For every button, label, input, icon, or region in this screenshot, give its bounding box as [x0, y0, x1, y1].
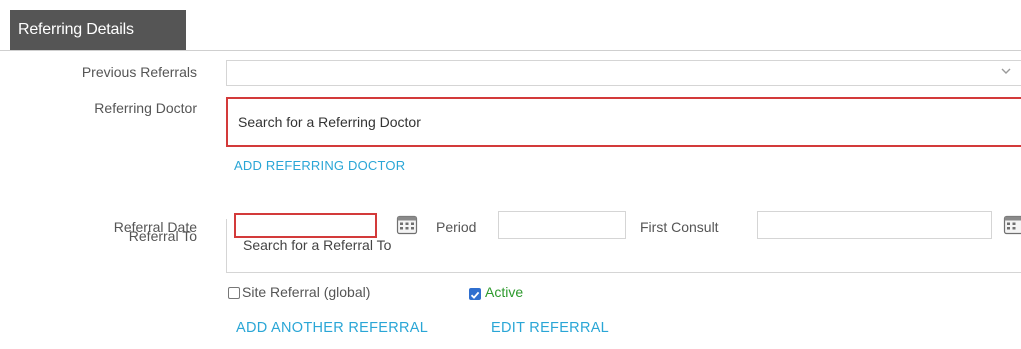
first-consult-input[interactable]	[757, 211, 992, 239]
tab-strip: Referring Details	[0, 0, 1021, 51]
calendar-icon[interactable]	[1003, 213, 1021, 235]
first-consult-label: First Consult	[640, 219, 719, 235]
calendar-icon[interactable]	[396, 213, 418, 235]
add-referring-doctor-link[interactable]: ADD REFERRING DOCTOR	[234, 158, 405, 173]
period-input[interactable]	[498, 211, 626, 239]
referral-date-input[interactable]	[234, 213, 377, 238]
referring-doctor-search-input[interactable]: Search for a Referring Doctor	[226, 97, 1021, 147]
previous-referrals-select[interactable]	[226, 60, 1021, 86]
checkmark-icon	[470, 291, 480, 299]
add-another-referral-link[interactable]: ADD ANOTHER REFERRAL	[236, 320, 428, 336]
tab-label: Referring Details	[18, 21, 134, 38]
referral-to-placeholder: Search for a Referral To	[243, 237, 392, 253]
edit-referral-link[interactable]: EDIT REFERRAL	[491, 320, 609, 336]
site-referral-checkbox[interactable]	[228, 287, 240, 299]
active-checkbox[interactable]	[469, 288, 481, 300]
chevron-down-icon	[1001, 68, 1011, 74]
previous-referrals-label: Previous Referrals	[81, 64, 197, 80]
referring-doctor-placeholder: Search for a Referring Doctor	[238, 114, 421, 130]
tab-referring-details[interactable]: Referring Details	[10, 10, 186, 50]
referral-to-label: Referral To	[128, 228, 197, 244]
active-label: Active	[485, 284, 524, 300]
referring-doctor-label: Referring Doctor	[94, 100, 197, 116]
period-label: Period	[436, 219, 477, 235]
site-referral-label: Site Referral (global)	[242, 284, 371, 300]
